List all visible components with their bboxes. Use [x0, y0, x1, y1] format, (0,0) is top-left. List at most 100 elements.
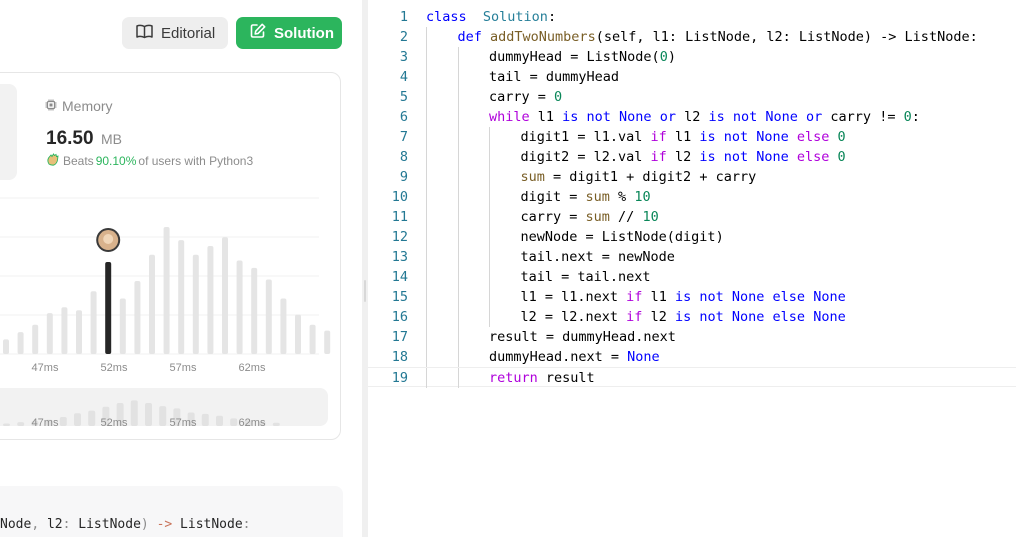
chart-bar[interactable] — [119, 298, 126, 354]
chart-bar[interactable] — [163, 226, 170, 354]
line-number: 17 — [391, 329, 408, 345]
code-token: l2 — [666, 149, 700, 165]
code-line[interactable]: 2 def addTwoNumbers(self, l1: ListNode, l… — [368, 27, 1016, 47]
chart-bar[interactable] — [61, 307, 68, 354]
solution-button[interactable]: Solution — [236, 17, 342, 49]
snippet-token: ListNode — [172, 517, 243, 532]
indent-guide — [489, 167, 490, 187]
code-token: : — [911, 109, 920, 125]
code-line[interactable]: 16 l2 = l2.next if l2 is not None else No… — [368, 307, 1016, 327]
code-text: while l1 is not None or l2 is not None o… — [489, 107, 920, 127]
code-line[interactable]: 17 result = dummyHead.next — [368, 327, 1016, 347]
chart-bar[interactable] — [236, 260, 243, 354]
chart-bar[interactable] — [309, 324, 316, 354]
overview-bar — [201, 413, 209, 426]
overview-bar — [74, 413, 81, 426]
code-line[interactable]: 6 while l1 is not None or l2 is not None … — [368, 107, 1016, 127]
code-token: else — [796, 149, 830, 165]
code-token: or — [659, 109, 676, 125]
indent-guide — [426, 327, 427, 347]
code-token: while — [489, 109, 530, 125]
chart-bar[interactable] — [192, 254, 199, 354]
code-text: tail.next = newNode — [521, 247, 675, 267]
indent-guide — [426, 227, 427, 247]
code-token: : — [547, 9, 557, 25]
code-token: digit2 = l2.val — [520, 149, 651, 165]
indent-guide — [426, 187, 427, 207]
snippet-token: : — [242, 517, 251, 532]
code-token: 10 — [642, 209, 659, 225]
code-text: dummyHead.next = None — [489, 347, 660, 367]
chart-bar[interactable] — [76, 310, 82, 354]
code-line[interactable]: 10 digit = sum % 10 — [368, 187, 1016, 207]
code-line[interactable]: 12 newNode = ListNode(digit) — [368, 227, 1016, 247]
beats-summary: Beats 90.10% of users with Python3 — [46, 153, 253, 169]
line-number: 8 — [399, 149, 408, 165]
beats-suffix: of users with Python3 — [138, 154, 254, 168]
chart-bar[interactable] — [265, 279, 272, 354]
memory-tab[interactable]: Memory — [45, 98, 113, 114]
code-token: = digit1 + digit2 + carry — [544, 169, 757, 185]
code-editor[interactable]: 1 class Solution: 2 def addTwoNumbers(self,… — [368, 0, 1016, 537]
code-area[interactable]: 1 class Solution: 2 def addTwoNumbers(self,… — [368, 7, 1016, 388]
resize-grip[interactable] — [364, 280, 366, 302]
overview-tick-label: 47ms — [32, 417, 59, 429]
code-line[interactable]: 7 digit1 = l1.val if l1 is not None else … — [368, 127, 1016, 147]
indent-guide — [489, 267, 490, 287]
code-line[interactable]: 15 l1 = l1.next if l1 is not None else No… — [368, 287, 1016, 307]
code-token: 10 — [634, 189, 651, 205]
code-line[interactable]: 13 tail.next = newNode — [368, 247, 1016, 267]
chart-bar[interactable] — [3, 339, 9, 354]
chart-bar[interactable] — [251, 267, 258, 354]
code-token: // — [609, 209, 643, 225]
chart-bar[interactable] — [90, 291, 97, 354]
code-line[interactable]: 9 sum = digit1 + digit2 + carry — [368, 167, 1016, 187]
chart-bar[interactable] — [46, 313, 53, 354]
chart-bar[interactable] — [17, 332, 24, 354]
code-token: carry = — [520, 209, 586, 225]
code-line[interactable]: 14 tail = tail.next — [368, 267, 1016, 287]
chart-bar[interactable] — [207, 245, 214, 354]
overview-tick-label: 57ms — [170, 417, 197, 429]
code-line[interactable]: 3 dummyHead = ListNode(0) — [368, 47, 1016, 67]
code-token: sum — [585, 189, 610, 205]
code-line[interactable]: 4 tail = dummyHead — [368, 67, 1016, 87]
code-token: l1 — [529, 109, 563, 125]
clap-icon — [46, 153, 61, 169]
indent-guide — [426, 147, 427, 167]
code-line[interactable]: 11 carry = sum // 10 — [368, 207, 1016, 227]
runtime-tab[interactable] — [0, 84, 17, 180]
indent-guide — [489, 307, 490, 327]
book-icon — [136, 24, 153, 43]
code-text: l1 = l1.next if l1 is not None else None — [521, 287, 846, 307]
chart-bar[interactable] — [222, 237, 228, 354]
code-line[interactable]: 19 return result — [368, 367, 1016, 388]
chart-bar[interactable] — [295, 314, 301, 354]
code-line[interactable]: 5 carry = 0 — [368, 87, 1016, 107]
chart-bar[interactable] — [134, 281, 141, 354]
code-line[interactable]: 1 class Solution: — [368, 7, 1016, 27]
chart-bar[interactable] — [178, 240, 185, 354]
line-number: 19 — [391, 370, 408, 386]
indent-guide — [426, 287, 427, 307]
snippet-token: Node — [0, 517, 32, 532]
code-text: carry = sum // 10 — [521, 207, 659, 227]
indent-guide — [426, 167, 427, 187]
indent-guide — [426, 27, 427, 47]
chart-bar[interactable] — [324, 330, 331, 354]
snippet-token: -> — [156, 517, 173, 532]
chart-bar[interactable] — [280, 298, 287, 354]
editorial-button[interactable]: Editorial — [122, 17, 228, 49]
indent-guide — [457, 207, 459, 227]
code-line[interactable]: 8 digit2 = l2.val if l2 is not None else … — [368, 147, 1016, 167]
chart-bar[interactable] — [32, 324, 39, 354]
indent-guide — [457, 47, 459, 67]
chart-bar[interactable] — [149, 254, 155, 354]
code-token: carry = — [489, 89, 555, 105]
chart-bar[interactable] — [105, 262, 112, 354]
indent-guide — [489, 227, 490, 247]
code-line[interactable]: 18 dummyHead.next = None — [368, 347, 1016, 367]
code-text: digit1 = l1.val if l1 is not None else 0 — [521, 127, 846, 147]
code-token: dummyHead.next = — [489, 349, 628, 365]
